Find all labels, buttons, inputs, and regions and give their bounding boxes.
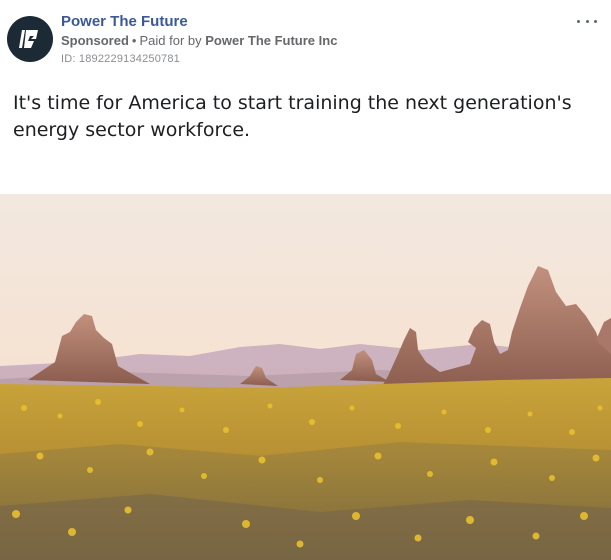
power-the-future-logo-icon [19,30,38,48]
post-header: Power The Future Sponsored • Paid for by P… [0,0,611,80]
avatar[interactable] [7,16,53,62]
post-body-text: It's time for America to start training … [13,92,572,141]
paid-for-label: Paid for by [139,33,202,48]
landscape-photo [0,194,611,560]
advertiser-link[interactable]: Power The Future Inc [205,33,337,48]
separator-dot: • [131,33,137,48]
ad-post: Power The Future Sponsored • Paid for by P… [0,0,611,560]
sponsored-label: Sponsored [61,33,129,48]
ad-id: ID: 1892229134250781 [61,53,180,65]
post-image[interactable] [0,194,611,560]
sponsored-line: Sponsored • Paid for by Power The Future I… [61,32,337,50]
page-name-link[interactable]: Power The Future [61,12,337,31]
more-horizontal-icon [577,19,580,23]
post-meta: Power The Future Sponsored • Paid for by P… [61,12,337,66]
more-options-button[interactable] [577,14,597,28]
